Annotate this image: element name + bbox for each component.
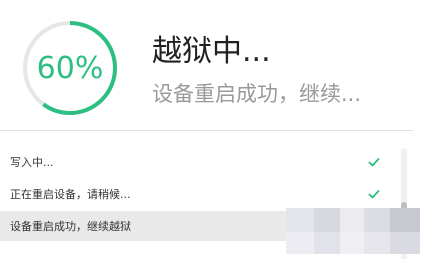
- watermark-block: [364, 208, 390, 232]
- watermark-block: [340, 208, 364, 232]
- log-item: 写入中...: [0, 147, 400, 177]
- log-item-text: 写入中...: [10, 156, 54, 169]
- page-title: 越狱中...: [152, 34, 271, 69]
- check-icon: [364, 189, 384, 199]
- watermark-block: [286, 208, 314, 232]
- check-icon: [364, 157, 384, 167]
- progress-percent-label: 60%: [36, 50, 104, 86]
- watermark-block: [390, 208, 420, 232]
- status-subtitle: 设备重启成功，继续...: [152, 82, 362, 106]
- log-item-text: 正在重启设备，请稍候...: [10, 188, 131, 201]
- jailbreak-progress-window: 60% 越狱中... 设备重启成功，继续... 写入中... 正在重启设备，请稍…: [0, 0, 433, 259]
- watermark-block: [286, 232, 314, 254]
- watermark-block: [340, 232, 364, 254]
- watermark-block: [314, 232, 340, 254]
- watermark-block: [314, 208, 340, 232]
- progress-ring: 60%: [20, 18, 120, 118]
- log-item: 正在重启设备，请稍候...: [0, 179, 400, 209]
- watermark-block: [390, 232, 420, 254]
- watermark-block: [364, 232, 390, 254]
